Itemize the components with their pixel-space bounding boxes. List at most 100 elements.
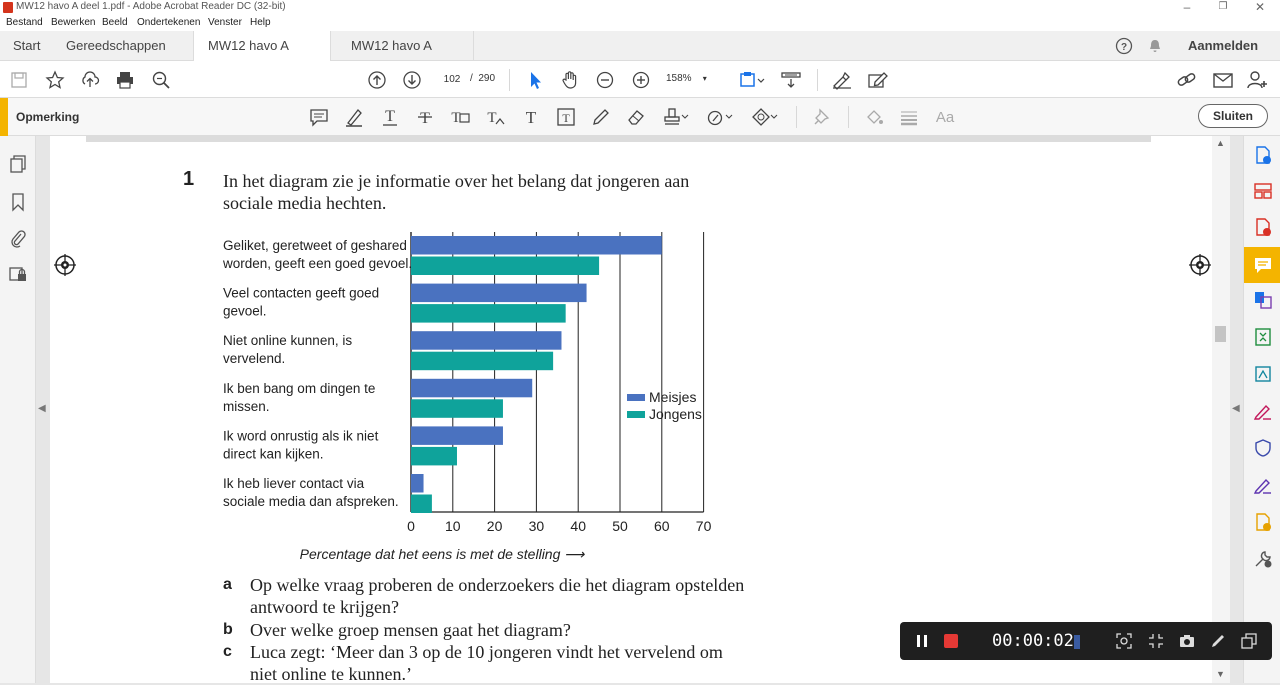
window-title: MW12 havo A deel 1.pdf - Adobe Acrobat R…: [16, 1, 286, 12]
screenshot-area-icon[interactable]: [1114, 631, 1134, 651]
shapes-icon[interactable]: [751, 106, 779, 128]
sub-question-text: Over welke groep mensen gaat het diagram…: [250, 620, 571, 640]
chart-category-label: Geliket, geretweet of geshared: [223, 238, 407, 253]
fill-sign-icon[interactable]: [867, 69, 889, 91]
scroll-down-icon[interactable]: ▼: [1216, 669, 1225, 679]
comment-toolbar-title: Opmerking: [16, 110, 80, 124]
add-text-icon[interactable]: T: [520, 106, 542, 128]
attachments-paperclip-icon[interactable]: [9, 228, 27, 248]
menu-window[interactable]: Venster: [208, 17, 242, 28]
legend-label: Jongens: [649, 406, 702, 422]
stamp-icon[interactable]: [662, 106, 690, 128]
comment-tool-icon[interactable]: [1244, 247, 1280, 283]
zoom-out-icon[interactable]: [594, 69, 616, 91]
organize-pages-icon[interactable]: [1252, 180, 1274, 202]
tab-document-2[interactable]: MW12 havo A deel...: [331, 31, 474, 83]
close-window-icon[interactable]: ✕: [1245, 0, 1275, 14]
menu-file[interactable]: Bestand: [6, 17, 43, 28]
security-lock-icon[interactable]: [8, 264, 28, 284]
chart-tick-labels: 0 10 20 30 40 50 60 70: [407, 518, 711, 534]
fit-page-icon[interactable]: [737, 69, 767, 91]
crosshair-target-icon[interactable]: [1189, 254, 1211, 276]
chart-category-label: missen.: [223, 399, 270, 414]
text-box-icon[interactable]: T: [555, 106, 577, 128]
send-for-review-icon[interactable]: [1252, 511, 1274, 533]
minimize-frame-icon[interactable]: [1146, 631, 1166, 651]
compress-pdf-icon[interactable]: [1252, 326, 1274, 348]
sticky-note-icon[interactable]: [308, 106, 330, 128]
fill-color-icon[interactable]: [863, 106, 885, 128]
svg-text:T: T: [526, 108, 537, 127]
page-top-shadow: [86, 136, 1151, 142]
svg-text:Aa: Aa: [936, 109, 955, 126]
email-icon[interactable]: [1212, 69, 1234, 91]
restore-icon[interactable]: ❐: [1208, 1, 1238, 12]
zoom-level-select[interactable]: 158% ▾: [666, 73, 707, 84]
menu-view[interactable]: Beeld: [102, 17, 128, 28]
scroll-mode-icon[interactable]: [780, 69, 802, 91]
scrollbar-thumb[interactable]: [1215, 326, 1226, 342]
pencil-draw-icon[interactable]: [590, 106, 612, 128]
crosshair-target-icon[interactable]: [54, 254, 76, 276]
font-size-icon[interactable]: Aa: [933, 106, 957, 128]
eraser-icon[interactable]: [625, 106, 647, 128]
zoom-in-icon[interactable]: [630, 69, 652, 91]
scroll-up-icon[interactable]: ▲: [1216, 138, 1225, 148]
sign-pen-icon[interactable]: [831, 69, 853, 91]
request-signature-icon[interactable]: [1252, 474, 1274, 496]
menu-edit[interactable]: Bewerken: [51, 17, 95, 28]
select-cursor-icon[interactable]: [524, 69, 546, 91]
hand-tool-icon[interactable]: [559, 69, 581, 91]
pin-icon[interactable]: [811, 106, 833, 128]
fill-sign-tool-icon[interactable]: [1252, 400, 1274, 422]
pause-icon[interactable]: [912, 631, 932, 651]
signin-link[interactable]: Aanmelden: [1188, 38, 1258, 53]
page-number-input[interactable]: 102: [436, 70, 468, 90]
protect-shield-icon[interactable]: [1252, 437, 1274, 459]
stop-record-icon[interactable]: [941, 631, 961, 651]
help-icon[interactable]: ?: [1115, 37, 1133, 55]
notification-bell-icon[interactable]: [1147, 38, 1163, 54]
page-thumbnails-icon[interactable]: [9, 154, 27, 174]
create-pdf-icon[interactable]: [1252, 144, 1274, 166]
tab-tools[interactable]: Gereedschappen: [66, 31, 166, 61]
export-pdf-icon[interactable]: [1252, 216, 1274, 238]
collapse-right-pane-icon[interactable]: ◀: [1232, 403, 1240, 414]
next-page-icon[interactable]: [401, 69, 423, 91]
bookmarks-icon[interactable]: [10, 192, 26, 212]
camera-icon[interactable]: [1177, 631, 1197, 651]
tab-document-active[interactable]: MW12 havo A deel...✕: [193, 31, 331, 83]
underline-text-icon[interactable]: T: [379, 106, 401, 128]
menu-sign[interactable]: Ondertekenen: [137, 17, 200, 28]
share-link-icon[interactable]: [1176, 69, 1198, 91]
vertical-scrollbar[interactable]: ▲ ▼: [1212, 136, 1230, 683]
strikethrough-text-icon[interactable]: T: [414, 106, 436, 128]
line-width-icon[interactable]: [898, 106, 920, 128]
collapse-left-pane-icon[interactable]: ◀: [38, 403, 46, 414]
add-user-icon[interactable]: [1247, 69, 1269, 91]
chart-bar: [411, 474, 424, 493]
chart-bar: [411, 331, 562, 350]
minimize-icon[interactable]: –: [1172, 0, 1202, 14]
menu-help[interactable]: Help: [250, 17, 271, 28]
sub-question-letter: c: [223, 643, 232, 660]
save-icon[interactable]: [8, 69, 30, 91]
legend-swatch: [627, 394, 645, 401]
more-tools-icon[interactable]: [1252, 548, 1274, 570]
attach-file-icon[interactable]: [706, 106, 734, 128]
scan-ocr-icon[interactable]: [1252, 363, 1274, 385]
collapse-recorder-icon[interactable]: [1239, 631, 1259, 651]
replace-text-icon[interactable]: T: [449, 106, 471, 128]
close-comment-button[interactable]: Sluiten: [1198, 104, 1268, 128]
tab-home[interactable]: Start: [13, 31, 40, 61]
bookmark-star-icon[interactable]: [44, 69, 66, 91]
insert-text-icon[interactable]: T: [485, 106, 507, 128]
upload-cloud-icon[interactable]: [79, 69, 101, 91]
annotate-pen-icon[interactable]: [1208, 631, 1228, 651]
previous-page-icon[interactable]: [366, 69, 388, 91]
combine-files-icon[interactable]: [1252, 289, 1274, 311]
search-zoom-icon[interactable]: [150, 69, 172, 91]
highlight-icon[interactable]: [343, 106, 365, 128]
print-icon[interactable]: [114, 69, 136, 91]
chart-category-label: Ik ben bang om dingen te: [223, 381, 375, 396]
